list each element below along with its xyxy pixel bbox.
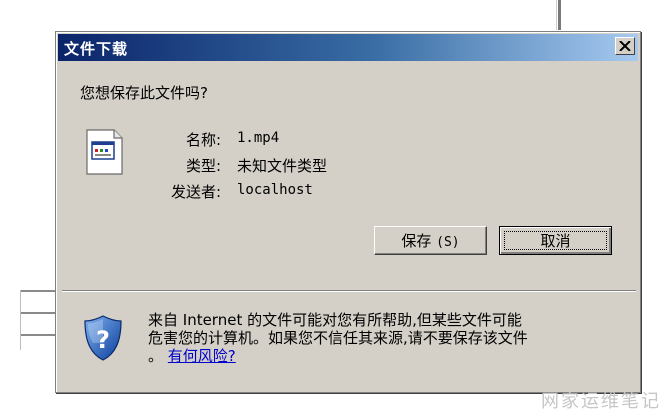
- name-value: 1.mp4: [237, 130, 280, 146]
- save-mnemonic: (S): [436, 235, 460, 250]
- background-bar: [20, 290, 56, 292]
- save-button[interactable]: 保存 (S): [374, 226, 487, 255]
- background-bar: [20, 334, 56, 336]
- background-bar: [20, 312, 56, 314]
- cancel-label-text: 取消: [540, 232, 571, 250]
- save-label-text: 保存: [401, 232, 432, 250]
- close-button[interactable]: [615, 37, 635, 55]
- sender-value: localhost: [237, 182, 313, 198]
- background-window-edge: [556, 0, 557, 30]
- close-icon: [619, 41, 631, 51]
- security-warning: 来自 Internet 的文件可能对您有所帮助,但某些文件可能 危害您的计算机。…: [148, 311, 618, 365]
- warning-line-3-prefix: 。: [148, 347, 164, 365]
- background-window-edge-dark: [558, 0, 561, 30]
- background-edge: [20, 290, 21, 350]
- warning-line-3: 。 有何风险?: [148, 347, 618, 365]
- save-question: 您想保存此文件吗?: [80, 84, 208, 102]
- name-label: 名称:: [185, 131, 221, 149]
- file-download-dialog: 文件下载 您想保存此文件吗? 名称: 1.mp4 类型: 未知文件类型 发送者:…: [55, 31, 641, 393]
- type-value: 未知文件类型: [237, 157, 328, 175]
- type-label: 类型:: [185, 157, 221, 175]
- svg-text:?: ?: [96, 326, 110, 354]
- risk-link[interactable]: 有何风险?: [168, 347, 236, 365]
- security-shield-icon: ?: [84, 315, 122, 361]
- sender-label: 发送者:: [170, 183, 221, 201]
- cancel-button[interactable]: 取消: [499, 226, 612, 255]
- warning-line-1: 来自 Internet 的文件可能对您有所帮助,但某些文件可能: [148, 311, 522, 329]
- divider: [62, 290, 636, 292]
- warning-line-2: 危害您的计算机。如果您不信任其来源,请不要保存该文件: [148, 329, 528, 347]
- save-button-label: 保存 (S): [401, 230, 459, 251]
- watermark: 网家运维笔记: [541, 391, 661, 412]
- title-bar[interactable]: 文件下载: [58, 34, 638, 61]
- dialog-title: 文件下载: [64, 40, 129, 58]
